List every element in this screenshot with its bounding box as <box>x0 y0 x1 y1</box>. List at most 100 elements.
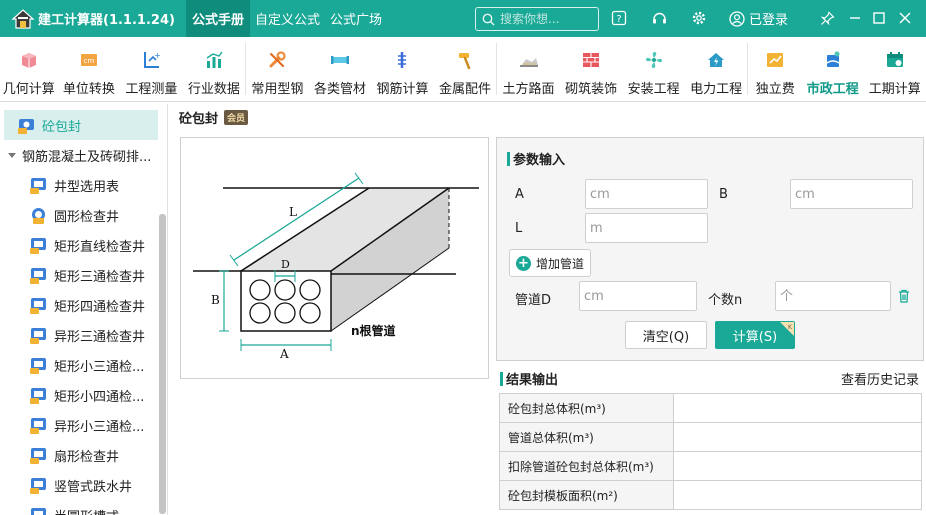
table-row: 砼包封模板面积(m²) <box>499 480 922 510</box>
trash-icon[interactable] <box>896 288 912 304</box>
tool-label: 电力工程 <box>690 82 743 97</box>
tool-municipal[interactable]: 市政工程 <box>802 37 864 101</box>
view-history-link[interactable]: 查看历史记录 <box>841 369 919 388</box>
param-title-text: 参数输入 <box>513 153 566 168</box>
tool-independent-fee[interactable]: 独立费 <box>748 37 802 101</box>
sidebar-group[interactable]: 钢筋混凝土及砖砌排... <box>0 140 167 170</box>
tool-industry-data[interactable]: 行业数据 <box>183 37 246 101</box>
clear-button[interactable]: 清空(Q) <box>625 321 707 349</box>
tool-survey[interactable]: + 工程测量 <box>120 37 183 101</box>
help-icon[interactable]: ? <box>610 9 628 27</box>
headset-icon[interactable] <box>650 9 668 27</box>
page-title-text: 砼包封 <box>179 112 219 127</box>
results-header: 结果输出 查看历史记录 <box>500 369 922 388</box>
sidebar-item[interactable]: 矩形直线检查井 <box>0 230 167 260</box>
svg-text:+: + <box>154 51 161 60</box>
tool-geometry[interactable]: 几何计算 <box>0 37 58 101</box>
result-label: 砼包封模板面积(m²) <box>499 480 674 510</box>
title-bar: 建工计算器(1.1.1.24) 公式手册 自定义公式 公式广场 ? 已登录 <box>0 0 926 37</box>
formula-vip-icon <box>30 327 46 344</box>
diagram-caption: n根管道 <box>351 323 396 338</box>
add-pipe-button[interactable]: + 增加管道 <box>509 249 591 277</box>
circle-vip-icon <box>32 207 45 224</box>
input-a[interactable] <box>585 179 708 209</box>
tool-label: 行业数据 <box>187 82 240 97</box>
tool-unit-convert[interactable]: cm 单位转换 <box>58 37 121 101</box>
maximize-icon[interactable] <box>870 9 888 27</box>
login-status[interactable]: 已登录 <box>729 9 788 28</box>
wrench-icon <box>269 51 287 68</box>
sidebar-item[interactable]: 矩形四通检查井 <box>0 290 167 320</box>
vip-badge: 会员 <box>224 110 249 125</box>
pin-icon[interactable] <box>818 9 836 27</box>
result-value <box>673 480 922 510</box>
sidebar-item[interactable]: 异形三通检查井 <box>0 320 167 350</box>
tab-formula-manual[interactable]: 公式手册 <box>186 0 251 37</box>
tool-metal-parts[interactable]: 金属配件 <box>434 37 497 101</box>
sidebar-item-label: 扇形检查井 <box>54 449 120 465</box>
sidebar-item-label: 矩形三通检查井 <box>54 269 146 285</box>
sidebar-item[interactable]: 矩形小四通检... <box>0 380 167 410</box>
tool-label: 金属配件 <box>439 82 492 97</box>
sidebar-item[interactable]: 圆形检查井 <box>0 200 167 230</box>
results-title-text: 结果输出 <box>506 373 559 388</box>
sidebar-item[interactable]: 竖管式跌水井 <box>0 470 167 500</box>
tool-schedule[interactable]: 工期计算 <box>864 37 926 101</box>
input-count-n[interactable] <box>775 281 891 311</box>
tool-earthwork[interactable]: 土方路面 <box>497 37 560 101</box>
sidebar-scrollbar[interactable] <box>159 214 166 514</box>
result-value <box>673 422 922 452</box>
sidebar-item-active[interactable]: 砼包封 <box>4 110 158 140</box>
minimize-icon[interactable] <box>846 9 864 27</box>
section-accent-bar <box>500 371 503 386</box>
tab-formula-square[interactable]: 公式广场 <box>325 0 387 37</box>
search-box[interactable] <box>475 7 599 31</box>
calendar-icon <box>886 52 903 67</box>
add-pipe-label: 增加管道 <box>535 256 584 271</box>
close-icon[interactable] <box>896 9 914 27</box>
result-label: 管道总体积(m³) <box>499 422 674 452</box>
label-L: L <box>289 205 297 219</box>
tool-label: 各类管材 <box>313 82 366 97</box>
tool-label: 钢筋计算 <box>376 82 429 97</box>
earthwork-icon <box>519 58 538 67</box>
sidebar-item[interactable]: 井型选用表 <box>0 170 167 200</box>
sidebar-item-label: 矩形直线检查井 <box>54 239 146 255</box>
input-l[interactable] <box>585 213 708 243</box>
sidebar-item[interactable]: 异形小三通检... <box>0 410 167 440</box>
formula-vip-icon <box>30 417 46 434</box>
label-A: A <box>279 347 289 361</box>
tool-rebar[interactable]: 钢筋计算 <box>371 37 434 101</box>
tool-power[interactable]: 电力工程 <box>685 37 748 101</box>
formula-vip-icon <box>31 507 46 515</box>
page-title: 砼包封 会员 <box>179 108 249 127</box>
sidebar-item-label: 竖管式跌水井 <box>54 479 133 495</box>
user-icon <box>729 10 745 27</box>
formula-vip-icon <box>30 357 46 374</box>
label-count-n: 个数n <box>708 293 743 308</box>
hammer-icon <box>459 53 471 70</box>
tool-pipes[interactable]: 各类管材 <box>309 37 372 101</box>
sidebar-item[interactable]: 半圆形槽式... <box>0 500 167 515</box>
sidebar-item[interactable]: 矩形三通检查井 <box>0 260 167 290</box>
sidebar-item[interactable]: 扇形检查井 <box>0 440 167 470</box>
tool-label: 安装工程 <box>627 82 680 97</box>
search-input[interactable] <box>500 12 590 26</box>
input-b[interactable] <box>790 179 913 209</box>
tool-masonry[interactable]: 砌筑装饰 <box>560 37 623 101</box>
input-pipe-d[interactable] <box>579 281 697 311</box>
tool-installation[interactable]: 安装工程 <box>622 37 685 101</box>
tab-custom-formula[interactable]: 自定义公式 <box>250 0 325 37</box>
search-icon <box>482 13 495 25</box>
gear-icon[interactable] <box>690 9 708 27</box>
tool-label: 工程测量 <box>125 82 178 97</box>
tool-steel[interactable]: 常用型钢 <box>246 37 309 101</box>
diagram-svg: L D B A n根管道 <box>193 172 479 361</box>
tool-label: 砌筑装饰 <box>565 82 618 97</box>
table-row: 砼包封总体积(m³) <box>499 393 922 423</box>
fee-icon <box>767 53 784 67</box>
tool-label: 工期计算 <box>868 82 921 97</box>
sidebar-item[interactable]: 矩形小三通检... <box>0 350 167 380</box>
calculate-button[interactable]: 计算(S) K <box>715 321 795 349</box>
label-l: L <box>515 221 523 236</box>
